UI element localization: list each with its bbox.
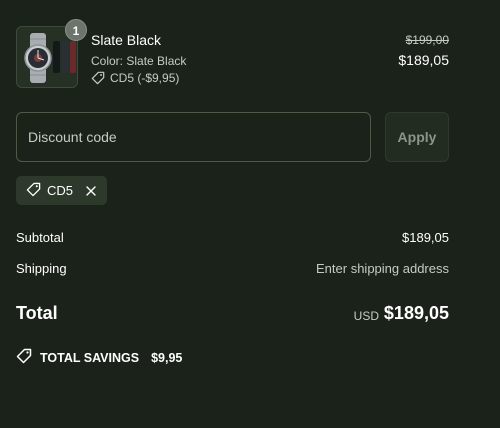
- total-currency: USD: [353, 309, 379, 323]
- line-discount-label: CD5 (-$9,95): [110, 71, 180, 85]
- tag-icon: [16, 348, 32, 367]
- product-price: $189,05: [398, 52, 449, 68]
- subtotal-row: Subtotal $189,05: [16, 230, 449, 245]
- total-row: Total USD $189,05: [16, 303, 449, 327]
- total-value: $189,05: [383, 303, 449, 323]
- subtotal-label: Subtotal: [16, 230, 64, 245]
- apply-button[interactable]: Apply: [385, 112, 449, 162]
- shipping-row: Shipping Enter shipping address: [16, 261, 449, 276]
- applied-code-label: CD5: [47, 183, 74, 198]
- savings-value: $9,95: [151, 350, 183, 365]
- tag-icon: [91, 71, 105, 85]
- close-icon[interactable]: [85, 185, 97, 197]
- subtotal-value: $189,05: [402, 230, 449, 245]
- tag-icon: [26, 182, 41, 200]
- shipping-value: Enter shipping address: [316, 261, 449, 276]
- total-label: Total: [16, 303, 58, 323]
- product-variant: Color: Slate Black: [91, 54, 187, 68]
- original-price: $199,00: [405, 33, 449, 47]
- order-summary: 1 Slate Black Color: Slate Black CD5 (-$…: [0, 0, 500, 428]
- quantity-badge: 1: [65, 19, 87, 41]
- total-savings: TOTAL SAVINGS $9,95: [16, 348, 182, 367]
- savings-label: TOTAL SAVINGS: [40, 350, 140, 365]
- line-item: 1 Slate Black Color: Slate Black CD5 (-$…: [16, 19, 449, 90]
- applied-discount-chip: CD5: [16, 176, 108, 205]
- product-name: Slate Black: [91, 32, 162, 48]
- shipping-label: Shipping: [16, 261, 67, 276]
- product-thumbnail: 1: [16, 19, 87, 88]
- line-discount: CD5 (-$9,95): [91, 71, 179, 85]
- discount-code-input[interactable]: [16, 112, 371, 162]
